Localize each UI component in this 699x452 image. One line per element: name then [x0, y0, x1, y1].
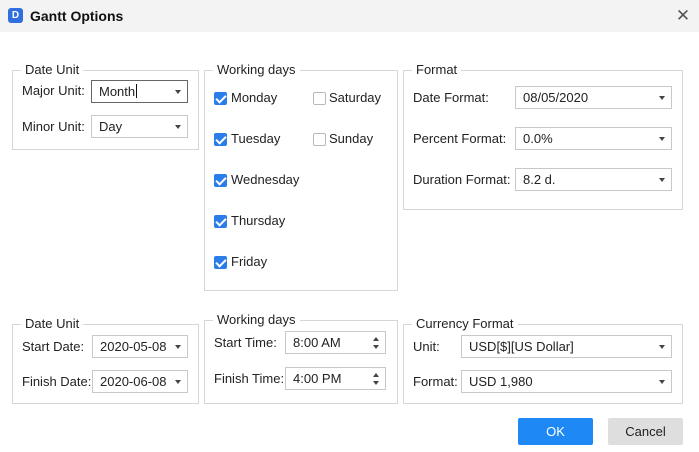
start-date-value: 2020-05-08 — [100, 339, 167, 354]
chevron-down-icon — [659, 96, 665, 100]
chevron-down-icon — [659, 178, 665, 182]
major-unit-label: Major Unit: — [22, 83, 85, 98]
minor-unit-select[interactable]: Day — [91, 115, 188, 138]
chevron-down-icon — [659, 345, 665, 349]
date-format-select[interactable]: 08/05/2020 — [515, 86, 672, 109]
currency-format-value: USD 1,980 — [469, 374, 533, 389]
working-days-legend: Working days — [213, 62, 300, 78]
friday-label: Friday — [231, 254, 268, 269]
sunday-checkbox[interactable] — [313, 133, 326, 146]
chevron-down-icon — [175, 90, 181, 94]
percent-format-label: Percent Format: — [413, 131, 507, 146]
title-bar: D Gantt Options ✕ — [0, 0, 699, 32]
thursday-checkbox[interactable] — [214, 215, 227, 228]
duration-format-select[interactable]: 8.2 d. — [515, 168, 672, 191]
currency-format-label: Format: — [413, 374, 458, 389]
currency-unit-value: USD[$][US Dollar] — [469, 339, 574, 354]
duration-format-label: Duration Format: — [413, 172, 511, 187]
check-icon — [215, 174, 227, 186]
finish-time-label: Finish Time: — [214, 371, 285, 386]
finish-date-value: 2020-06-08 — [100, 374, 167, 389]
check-icon — [215, 133, 227, 145]
wednesday-checkbox[interactable] — [214, 174, 227, 187]
start-date-select[interactable]: 2020-05-08 — [92, 335, 188, 358]
start-time-value: 8:00 AM — [293, 335, 341, 350]
format-legend: Format — [412, 62, 462, 78]
major-unit-select[interactable]: Month — [91, 80, 188, 103]
working-hours-legend: Working days — [213, 312, 300, 328]
chevron-down-icon[interactable] — [373, 381, 379, 385]
finish-time-value: 4:00 PM — [293, 371, 342, 386]
chevron-down-icon — [175, 380, 181, 384]
app-logo-icon: D — [8, 8, 23, 23]
check-icon — [215, 256, 227, 268]
start-date-label: Start Date: — [22, 339, 85, 354]
text-caret — [136, 84, 138, 98]
minor-unit-label: Minor Unit: — [22, 119, 85, 134]
tuesday-checkbox[interactable] — [214, 133, 227, 146]
finish-time-spinner[interactable]: 4:00 PM — [285, 367, 386, 390]
duration-format-value: 8.2 d. — [523, 172, 556, 187]
dialog-title: Gantt Options — [30, 8, 124, 24]
finish-date-label: Finish Date: — [22, 374, 92, 389]
chevron-down-icon — [175, 125, 181, 129]
date-format-label: Date Format: — [413, 90, 489, 105]
currency-unit-label: Unit: — [413, 339, 440, 354]
chevron-down-icon — [175, 345, 181, 349]
thursday-label: Thursday — [231, 213, 286, 228]
percent-format-select[interactable]: 0.0% — [515, 127, 672, 150]
currency-format-select[interactable]: USD 1,980 — [461, 370, 672, 393]
wednesday-label: Wednesday — [231, 172, 300, 187]
saturday-label: Saturday — [329, 90, 382, 105]
currency-unit-select[interactable]: USD[$][US Dollar] — [461, 335, 672, 358]
monday-checkbox[interactable] — [214, 92, 227, 105]
saturday-checkbox[interactable] — [313, 92, 326, 105]
minor-unit-value: Day — [99, 119, 123, 134]
monday-label: Monday — [231, 90, 278, 105]
date-unit-legend: Date Unit — [21, 62, 84, 78]
sunday-label: Sunday — [329, 131, 374, 146]
finish-date-select[interactable]: 2020-06-08 — [92, 370, 188, 393]
chevron-up-icon[interactable] — [373, 373, 379, 377]
chevron-down-icon[interactable] — [373, 345, 379, 349]
currency-format-legend: Currency Format — [412, 316, 518, 332]
close-icon[interactable]: ✕ — [674, 7, 692, 25]
major-unit-value: Month — [99, 84, 136, 99]
ok-button[interactable]: OK — [518, 418, 593, 445]
chevron-up-icon[interactable] — [373, 337, 379, 341]
cancel-button[interactable]: Cancel — [608, 418, 683, 445]
chevron-down-icon — [659, 380, 665, 384]
percent-format-value: 0.0% — [523, 131, 553, 146]
start-time-spinner[interactable]: 8:00 AM — [285, 331, 386, 354]
chevron-down-icon — [659, 137, 665, 141]
start-time-label: Start Time: — [214, 335, 277, 350]
check-icon — [215, 92, 227, 104]
check-icon — [215, 215, 227, 227]
date-range-legend: Date Unit — [21, 316, 84, 332]
tuesday-label: Tuesday — [231, 131, 281, 146]
date-format-value: 08/05/2020 — [523, 90, 589, 105]
friday-checkbox[interactable] — [214, 256, 227, 269]
